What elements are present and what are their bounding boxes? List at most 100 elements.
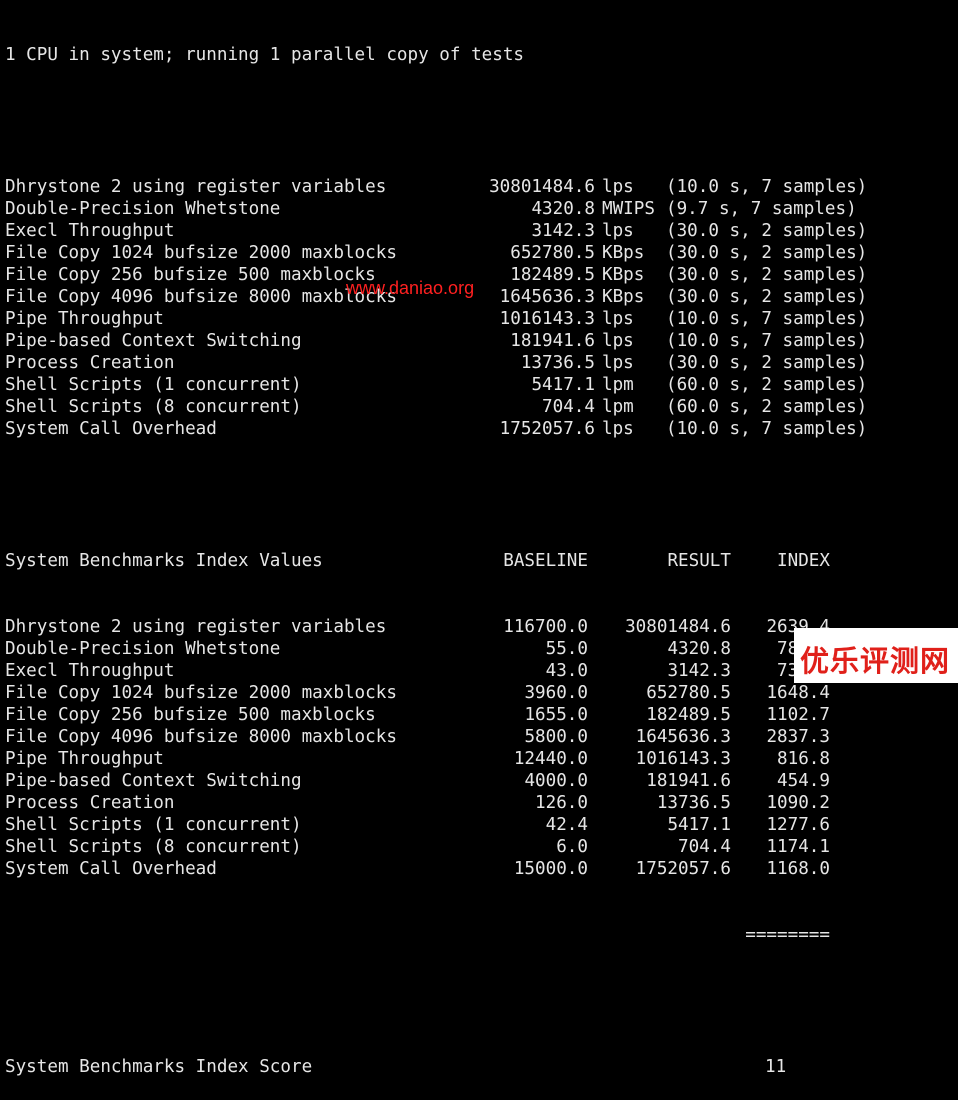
index-baseline: 15000.0 [513,859,588,879]
result-value: 30801484.6 [489,177,595,197]
col-result: RESULT [667,551,731,571]
result-row: Double-Precision Whetstone 4320.8 MWIPS (9.… [5,198,906,220]
result-unit: KBps [602,265,645,285]
result-meta: (10.0 s, 7 samples) [666,331,868,351]
index-row: Process Creation 126.0 13736.5 1090.2 [5,792,906,814]
index-name: Process Creation [5,793,175,813]
result-name: File Copy 1024 bufsize 2000 maxblocks [5,243,397,263]
index-name: Shell Scripts (1 concurrent) [5,815,302,835]
index-baseline: 55.0 [545,639,588,659]
result-meta: (30.0 s, 2 samples) [666,353,868,373]
result-row: Pipe-based Context Switching 181941.6 lps (… [5,330,906,352]
result-value: 13736.5 [520,353,595,373]
index-value: 1648.4 [766,683,830,703]
result-unit: lps [602,331,634,351]
separator-line: ======== [5,924,906,946]
index-name: File Copy 4096 bufsize 8000 maxblocks [5,727,397,747]
col-baseline: BASELINE [503,551,588,571]
index-rows: Dhrystone 2 using register variables 1167… [5,616,906,880]
result-unit: KBps [602,243,645,263]
index-value: 816.8 [777,749,830,769]
result-value: 704.4 [542,397,595,417]
result-unit: lps [602,309,634,329]
index-name: File Copy 1024 bufsize 2000 maxblocks [5,683,397,703]
index-name: Pipe-based Context Switching [5,771,302,791]
index-row: File Copy 4096 bufsize 8000 maxblocks 580… [5,726,906,748]
separator: ======== [745,925,830,945]
index-row: System Call Overhead 15000.0 1752057.6 1168… [5,858,906,880]
result-value: 652780.5 [510,243,595,263]
terminal-output: 1 CPU in system; running 1 parallel copy… [5,0,906,1100]
result-meta: (9.7 s, 7 samples) [666,199,857,219]
index-row: Shell Scripts (8 concurrent) 6.0 704.4 1174… [5,836,906,858]
result-name: Pipe-based Context Switching [5,331,302,351]
result-row: Shell Scripts (8 concurrent) 704.4 lpm (60.… [5,396,906,418]
index-baseline: 4000.0 [524,771,588,791]
result-unit: lpm [602,397,634,417]
score-label: System Benchmarks Index Score [5,1057,313,1077]
result-unit: lps [602,221,634,241]
result-row: Process Creation 13736.5 lps (30.0 s, 2 sam… [5,352,906,374]
result-value: 1752057.6 [499,419,595,439]
result-value: 1016143.3 [499,309,595,329]
result-meta: (10.0 s, 7 samples) [666,309,868,329]
score-value: 11 [765,1057,787,1077]
result-meta: (30.0 s, 2 samples) [666,221,868,241]
index-baseline: 6.0 [556,837,588,857]
index-value: 2837.3 [766,727,830,747]
index-name: File Copy 256 bufsize 500 maxblocks [5,705,376,725]
index-baseline: 12440.0 [513,749,588,769]
index-name: Execl Throughput [5,661,175,681]
index-row: File Copy 256 bufsize 500 maxblocks 1655.… [5,704,906,726]
index-row: Dhrystone 2 using register variables 1167… [5,616,906,638]
index-result: 4320.8 [667,639,731,659]
col-index: INDEX [777,551,830,571]
result-unit: KBps [602,287,645,307]
index-title: System Benchmarks Index Values [5,551,323,571]
watermark-text: www.daniao.org [346,278,475,298]
result-name: Shell Scripts (8 concurrent) [5,397,302,417]
index-result: 1645636.3 [635,727,731,747]
result-meta: (60.0 s, 2 samples) [666,397,868,417]
result-meta: (10.0 s, 7 samples) [666,177,868,197]
header-line: 1 CPU in system; running 1 parallel copy… [5,45,525,65]
index-result: 5417.1 [667,815,731,835]
result-name: System Call Overhead [5,419,217,439]
result-unit: lps [602,353,634,373]
index-result: 1752057.6 [635,859,731,879]
result-row: File Copy 1024 bufsize 2000 maxblocks 652… [5,242,906,264]
result-meta: (30.0 s, 2 samples) [666,287,868,307]
result-row: Pipe Throughput 1016143.3 lps (10.0 s, 7 sa… [5,308,906,330]
index-name: Dhrystone 2 using register variables [5,617,387,637]
index-baseline: 42.4 [545,815,588,835]
result-unit: lpm [602,375,634,395]
result-value: 4320.8 [531,199,595,219]
index-baseline: 116700.0 [503,617,588,637]
index-row: Pipe Throughput 12440.0 1016143.3 816.8 [5,748,906,770]
index-header-row: System Benchmarks Index Values BASELINE RE… [5,550,906,572]
index-name: Double-Precision Whetstone [5,639,281,659]
result-name: Process Creation [5,353,175,373]
result-unit: MWIPS [602,199,655,219]
index-result: 3142.3 [667,661,731,681]
result-row: Shell Scripts (1 concurrent) 5417.1 lpm (60… [5,374,906,396]
index-value: 1090.2 [766,793,830,813]
index-result: 1016143.3 [635,749,731,769]
result-value: 5417.1 [531,375,595,395]
index-result: 182489.5 [646,705,731,725]
index-row: Double-Precision Whetstone55.04320.8785.… [5,638,906,660]
index-name: Shell Scripts (8 concurrent) [5,837,302,857]
results-list: Dhrystone 2 using register variables 3080… [5,176,906,440]
index-row: Pipe-based Context Switching 4000.0 181941… [5,770,906,792]
index-result: 652780.5 [646,683,731,703]
result-name: Double-Precision Whetstone [5,199,281,219]
result-meta: (10.0 s, 7 samples) [666,419,868,439]
result-row: Dhrystone 2 using register variables 3080… [5,176,906,198]
site-logo: 优乐评测网 [800,644,951,678]
index-result: 704.4 [678,837,731,857]
index-baseline: 5800.0 [524,727,588,747]
index-baseline: 1655.0 [524,705,588,725]
